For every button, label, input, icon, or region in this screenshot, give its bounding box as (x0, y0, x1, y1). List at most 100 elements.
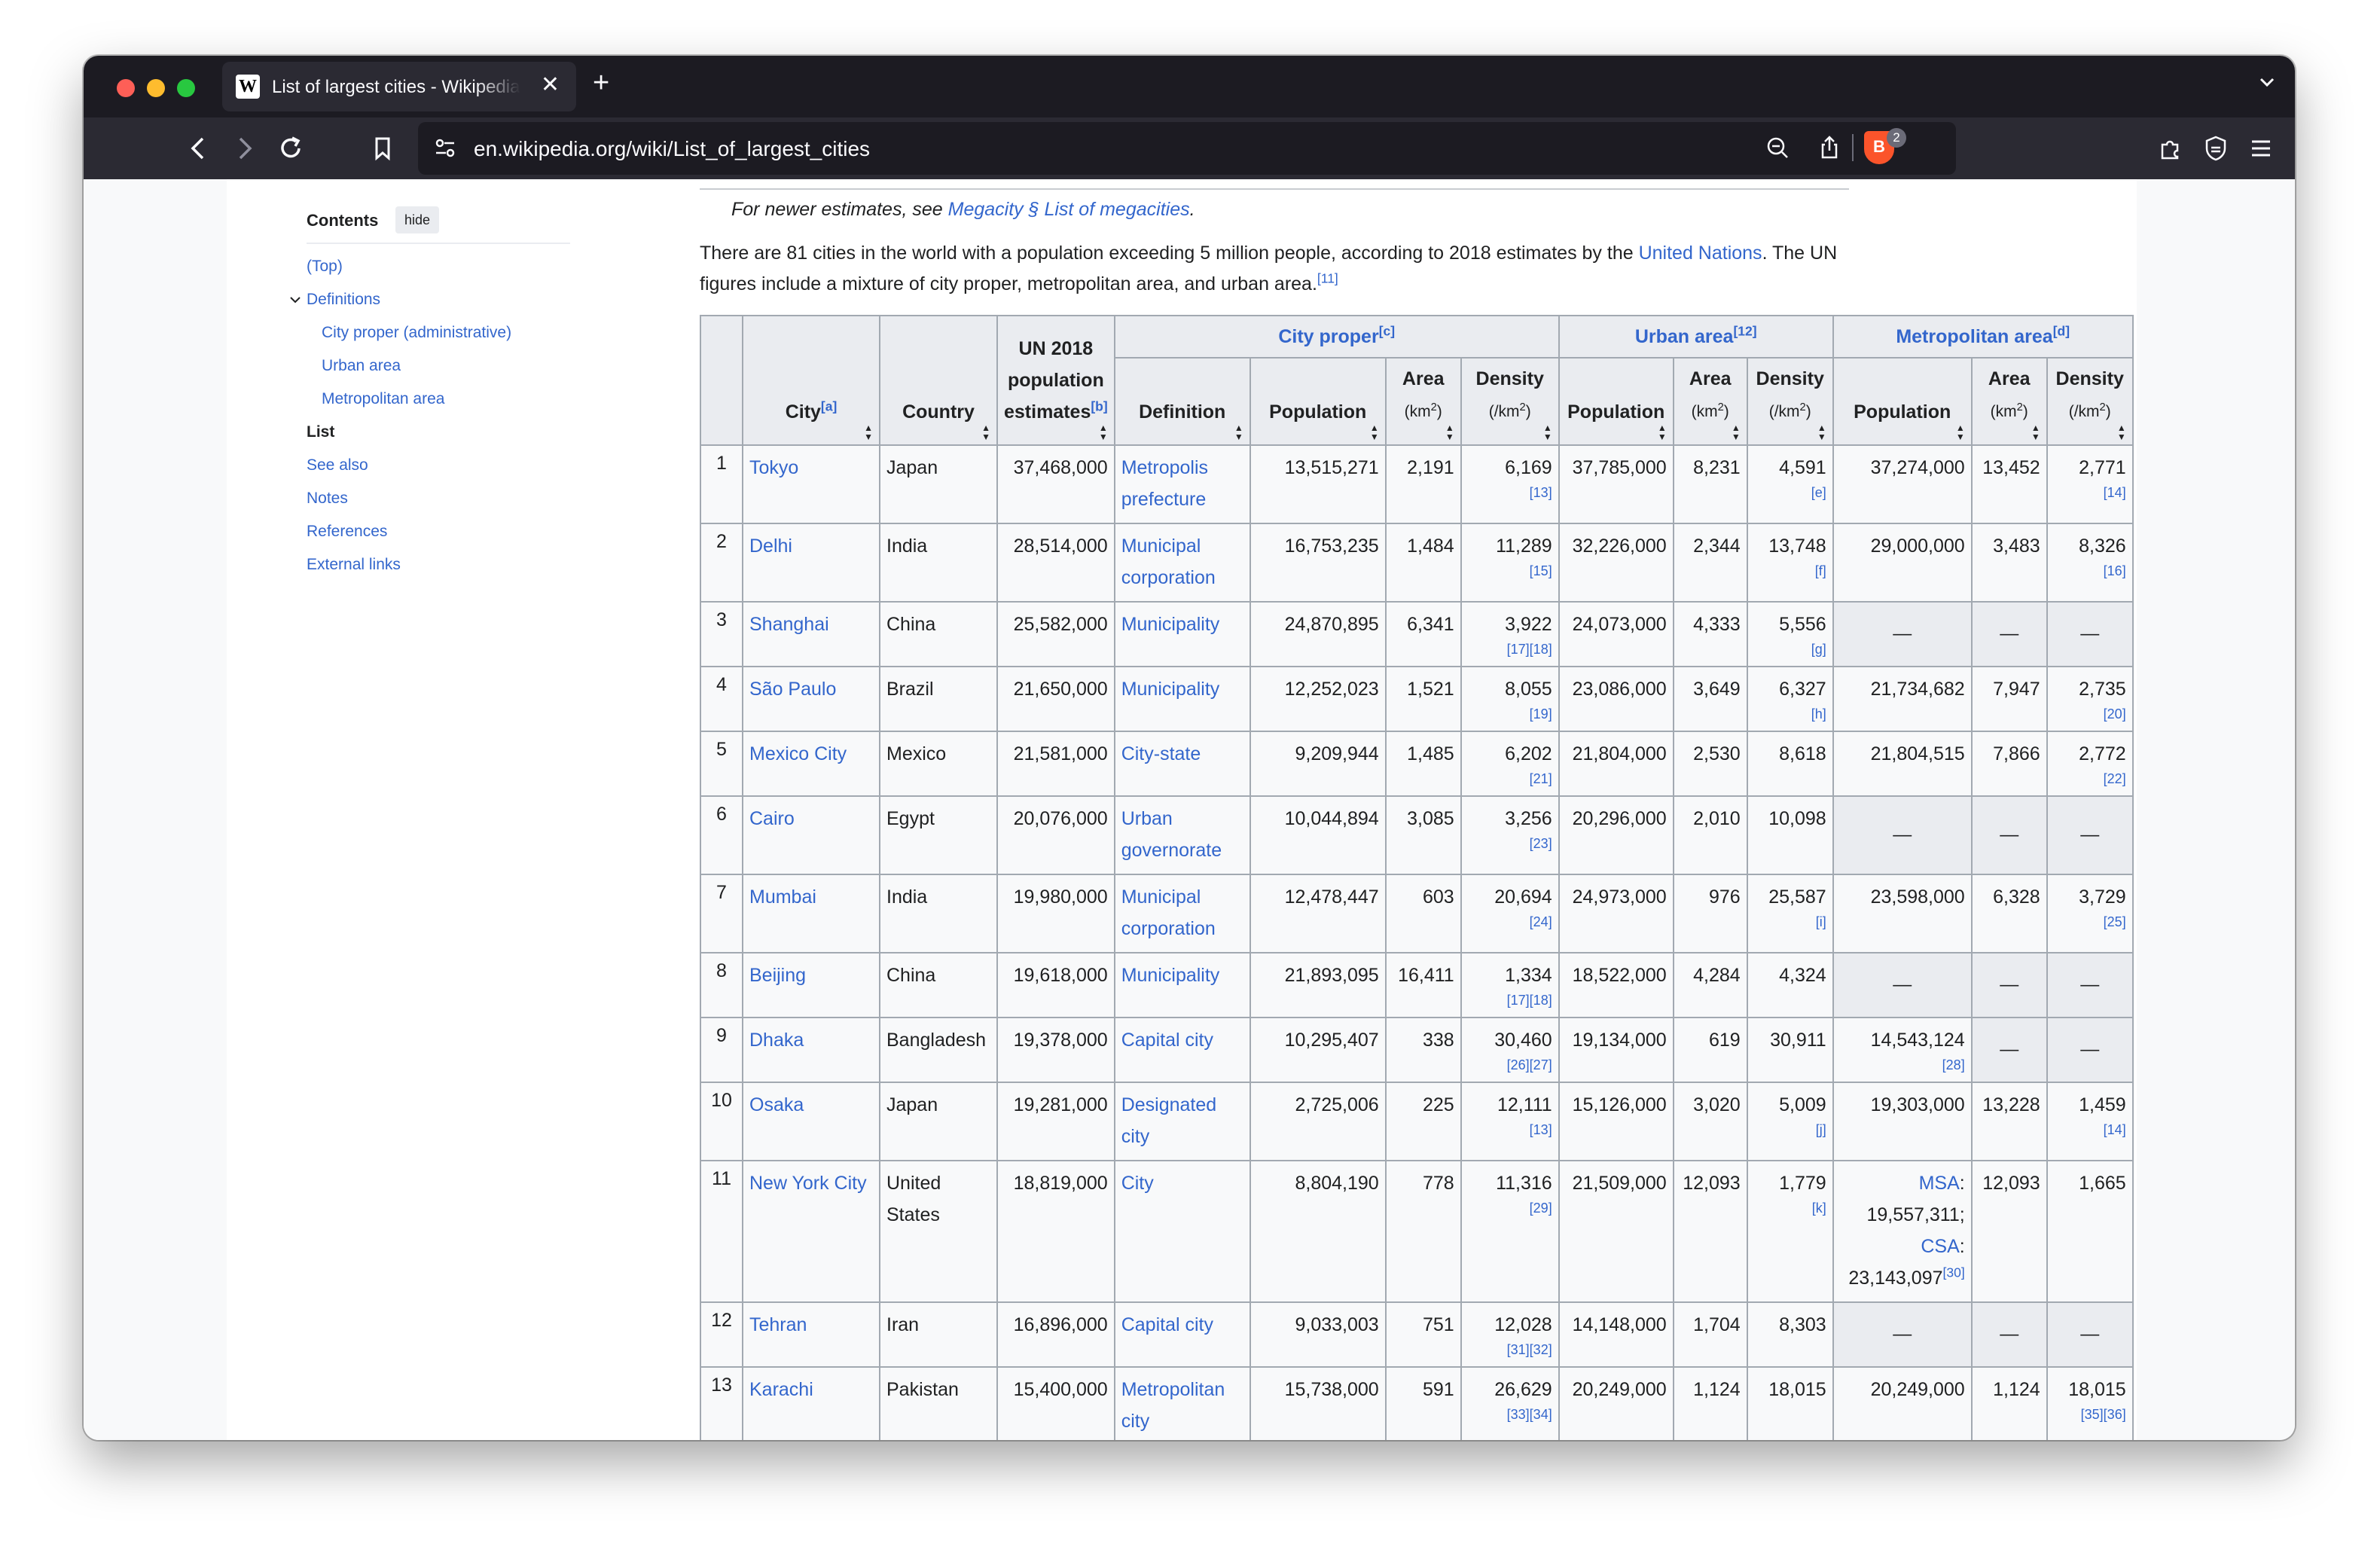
sort-icon[interactable]: ▲ ▼ (1732, 423, 1741, 441)
megacity-link[interactable]: Megacity § List of megacities (948, 199, 1190, 220)
toc-item-references[interactable]: References (307, 523, 387, 541)
zoom-out-icon[interactable] (1763, 133, 1793, 171)
city-link[interactable]: Tokyo (749, 457, 798, 478)
back-button[interactable] (180, 130, 218, 167)
chevron-down-icon[interactable] (288, 294, 302, 311)
tab-list-chevron-icon[interactable] (2257, 72, 2277, 97)
reference-link[interactable]: [22] (2054, 770, 2126, 788)
reference-link[interactable]: [35][36] (2054, 1405, 2126, 1423)
ua-area-header[interactable]: Area (km2) ▲ ▼ (1672, 357, 1748, 446)
active-tab[interactable]: W List of largest cities - Wikipedia ✕ (222, 62, 576, 111)
reference-link[interactable]: [33][34] (1468, 1405, 1552, 1423)
reference-link[interactable]: [23] (1468, 834, 1552, 853)
sort-icon[interactable]: ▲ ▼ (1370, 423, 1379, 441)
toc-item-notes[interactable]: Notes (307, 490, 348, 508)
toc-item-city-proper[interactable]: City proper (administrative) (322, 324, 511, 342)
toc-hide-button[interactable]: hide (395, 206, 440, 233)
city-header-ref[interactable]: [a] (821, 399, 837, 414)
city-proper-ref[interactable]: [c] (1379, 324, 1395, 339)
city-link[interactable]: São Paulo (749, 679, 836, 700)
reference-link[interactable]: [h] (1754, 705, 1826, 723)
bookmark-icon[interactable] (364, 130, 401, 167)
reference-link[interactable]: [29] (1468, 1199, 1552, 1217)
reference-link[interactable]: [13] (1468, 484, 1552, 502)
reference-link[interactable]: [g] (1754, 640, 1826, 658)
close-tab-icon[interactable]: ✕ (541, 74, 560, 96)
city-link[interactable]: New York City (749, 1173, 867, 1194)
reference-link[interactable]: [i] (1754, 913, 1826, 931)
sort-icon[interactable]: ▲ ▼ (1099, 423, 1108, 441)
metro-area-ref[interactable]: [d] (2053, 324, 2070, 339)
toc-item-urban-area[interactable]: Urban area (322, 357, 401, 375)
reference-link[interactable]: [15] (1468, 562, 1552, 580)
extensions-icon[interactable] (2152, 130, 2189, 167)
definition-link[interactable]: Designated city (1121, 1094, 1216, 1147)
city-link[interactable]: Mumbai (749, 886, 816, 908)
urban-area-link[interactable]: Urban area (1635, 326, 1734, 347)
city-link[interactable]: Osaka (749, 1094, 804, 1115)
definition-link[interactable]: Capital city (1121, 1030, 1213, 1051)
definition-link[interactable]: Municipality (1121, 679, 1220, 700)
city-header[interactable]: City[a] ▲ ▼ (742, 315, 880, 446)
ma-population-header[interactable]: Population ▲ ▼ (1832, 357, 1973, 446)
reference-link[interactable]: [21] (1468, 770, 1552, 788)
ua-density-header[interactable]: Density (/km2) ▲ ▼ (1746, 357, 1834, 446)
minimize-window-button[interactable] (147, 79, 165, 97)
reference-link[interactable]: [14] (2054, 484, 2126, 502)
cp-area-header[interactable]: Area (km2) ▲ ▼ (1384, 357, 1462, 446)
forward-button[interactable] (225, 130, 263, 167)
sort-icon[interactable]: ▲ ▼ (1445, 423, 1454, 441)
sort-icon[interactable]: ▲ ▼ (2031, 423, 2040, 441)
sort-icon[interactable]: ▲ ▼ (981, 423, 990, 441)
sort-icon[interactable]: ▲ ▼ (1543, 423, 1552, 441)
reference-link[interactable]: [f] (1754, 562, 1826, 580)
metro-area-link[interactable]: Metropolitan area (1896, 326, 2052, 347)
sort-icon[interactable]: ▲ ▼ (2117, 423, 2126, 441)
city-link[interactable]: Mexico City (749, 743, 847, 764)
definition-header[interactable]: Definition ▲ ▼ (1113, 357, 1251, 446)
city-proper-link[interactable]: City proper (1278, 326, 1378, 347)
definition-link[interactable]: Municipal corporation (1121, 535, 1216, 588)
reference-link[interactable]: [13] (1468, 1121, 1552, 1139)
msa-link[interactable]: MSA (1919, 1173, 1960, 1194)
sort-icon[interactable]: ▲ ▼ (1658, 423, 1667, 441)
site-settings-icon[interactable] (432, 133, 459, 171)
toc-item-definitions[interactable]: Definitions (307, 291, 380, 309)
reference-link[interactable]: [k] (1754, 1199, 1826, 1217)
reference-link[interactable]: [17][18] (1468, 640, 1552, 658)
toc-item-top[interactable]: (Top) (307, 258, 343, 276)
ua-population-header[interactable]: Population ▲ ▼ (1558, 357, 1674, 446)
sort-icon[interactable]: ▲ ▼ (1234, 423, 1243, 441)
city-link[interactable]: Beijing (749, 965, 806, 986)
reference-link[interactable]: [25] (2054, 913, 2126, 931)
toc-item-metropolitan-area[interactable]: Metropolitan area (322, 390, 444, 408)
urban-area-ref[interactable]: [12] (1733, 324, 1756, 339)
city-link[interactable]: Delhi (749, 535, 792, 557)
reference-link[interactable]: [24] (1468, 913, 1552, 931)
city-link[interactable]: Dhaka (749, 1030, 804, 1051)
reference-link[interactable]: [20] (2054, 705, 2126, 723)
country-header[interactable]: Country ▲ ▼ (879, 315, 998, 446)
address-bar[interactable]: en.wikipedia.org/wiki/List_of_largest_ci… (418, 122, 1956, 175)
sort-icon[interactable]: ▲ ▼ (1956, 423, 1965, 441)
reference-link[interactable]: [14] (2054, 1121, 2126, 1139)
lead-reference[interactable]: [11] (1317, 271, 1338, 286)
zoom-window-button[interactable] (177, 79, 195, 97)
csa-link[interactable]: CSA (1921, 1236, 1959, 1257)
ma-density-header[interactable]: Density (/km2) ▲ ▼ (2046, 357, 2134, 446)
sort-icon[interactable]: ▲ ▼ (1817, 423, 1826, 441)
cp-population-header[interactable]: Population ▲ ▼ (1249, 357, 1387, 446)
city-link[interactable]: Shanghai (749, 614, 829, 635)
cp-density-header[interactable]: Density (/km2) ▲ ▼ (1460, 357, 1560, 446)
united-nations-link[interactable]: United Nations (1639, 243, 1762, 264)
reference-link[interactable]: [28] (1840, 1056, 1965, 1074)
definition-link[interactable]: City-state (1121, 743, 1201, 764)
menu-icon[interactable] (2242, 130, 2280, 167)
reference-link[interactable]: [26][27] (1468, 1056, 1552, 1074)
reference-link[interactable]: [e] (1754, 484, 1826, 502)
reference-link[interactable]: [30] (1943, 1265, 1965, 1280)
city-link[interactable]: Cairo (749, 808, 795, 829)
definition-link[interactable]: Metropolitan city (1121, 1379, 1225, 1432)
definition-link[interactable]: Municipality (1121, 965, 1220, 986)
toc-item-see-also[interactable]: See also (307, 456, 368, 474)
